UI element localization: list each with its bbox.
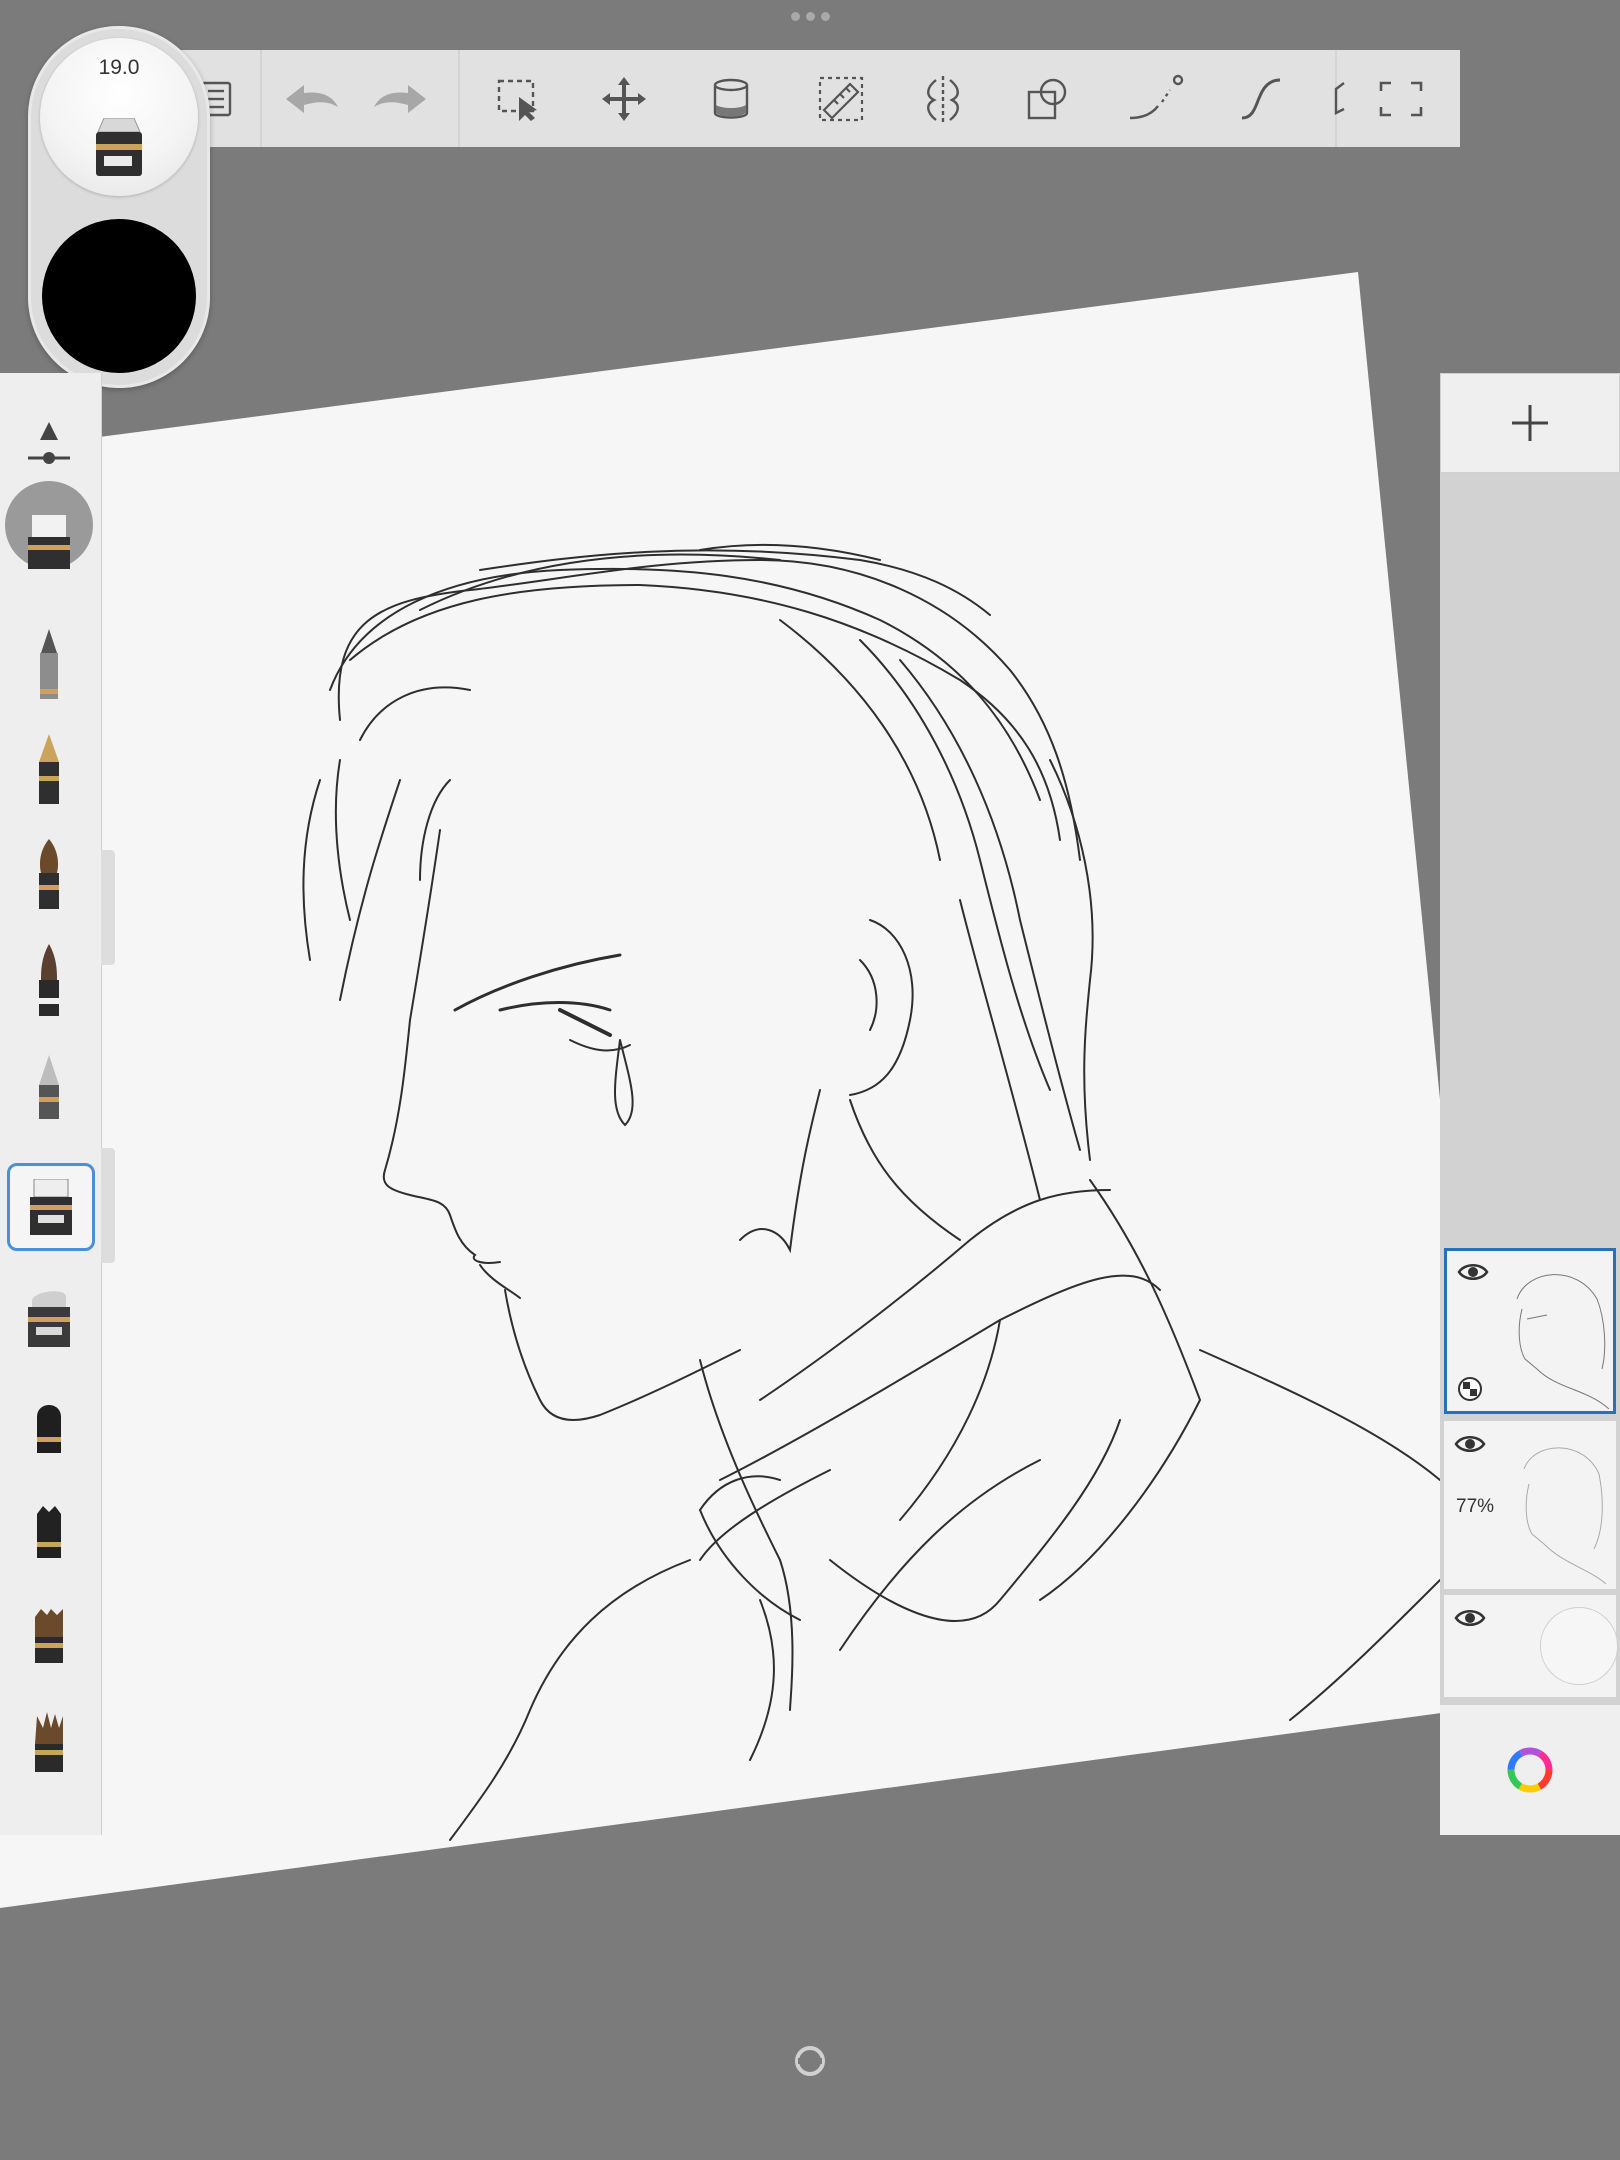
plus-icon bbox=[1512, 405, 1548, 441]
texture-brush-icon[interactable] bbox=[5, 1488, 93, 1576]
layer-thumbnail-1[interactable] bbox=[1444, 1248, 1616, 1414]
layer-opacity-label: 77% bbox=[1456, 1496, 1495, 1517]
marker-brush-icon[interactable] bbox=[5, 938, 93, 1026]
transform-icon[interactable] bbox=[593, 68, 655, 130]
layer-thumbnail-2[interactable]: 77% bbox=[1444, 1421, 1616, 1589]
color-editor-button[interactable] bbox=[1440, 1705, 1620, 1835]
main-toolbar bbox=[140, 50, 1460, 147]
airbrush-icon[interactable] bbox=[5, 1045, 93, 1133]
shape-icon[interactable] bbox=[1017, 68, 1079, 130]
color-wheel-icon bbox=[1507, 1747, 1553, 1793]
symmetry-icon[interactable] bbox=[912, 68, 974, 130]
eraser-brush-icon bbox=[96, 118, 142, 176]
layer-1-preview bbox=[1516, 1274, 1610, 1409]
brush-preview-icon[interactable] bbox=[5, 481, 93, 569]
palette-side-tab-top[interactable] bbox=[101, 850, 115, 965]
top-drag-handle[interactable] bbox=[780, 12, 840, 26]
predictive-stroke-icon[interactable] bbox=[1125, 68, 1187, 130]
eraser-brush-item[interactable] bbox=[7, 1163, 95, 1251]
ink-pen-brush-icon[interactable] bbox=[5, 728, 93, 816]
undo-icon[interactable] bbox=[280, 68, 342, 130]
drawing-canvas[interactable] bbox=[0, 0, 1620, 2160]
canvas-rotate-icon[interactable] bbox=[792, 2043, 828, 2079]
brush-size-value: 19.0 bbox=[98, 56, 140, 79]
alpha-lock-icon[interactable] bbox=[1457, 1376, 1483, 1402]
flat-brush-icon[interactable] bbox=[5, 1593, 93, 1681]
soft-eraser-brush-icon[interactable] bbox=[5, 1273, 93, 1361]
perspective-icon[interactable] bbox=[1325, 68, 1355, 130]
fill-icon[interactable] bbox=[700, 68, 762, 130]
eye-icon[interactable] bbox=[1454, 1607, 1486, 1629]
brush-palette bbox=[0, 373, 102, 1835]
layers-panel: 77% bbox=[1440, 473, 1620, 1835]
palette-side-tab-bottom[interactable] bbox=[101, 1148, 115, 1263]
layer-2-preview bbox=[1523, 1447, 1607, 1584]
layer-3-preview bbox=[1540, 1607, 1618, 1685]
color-puck[interactable] bbox=[42, 219, 196, 373]
steady-stroke-icon[interactable] bbox=[1230, 68, 1292, 130]
more-brush-icon[interactable] bbox=[5, 1803, 93, 1835]
ruler-icon[interactable] bbox=[810, 68, 872, 130]
fullscreen-icon[interactable] bbox=[1370, 68, 1432, 130]
brush-opacity-slider-icon[interactable] bbox=[5, 399, 93, 487]
brush-size-puck[interactable]: 19.0 bbox=[40, 38, 198, 196]
eye-icon[interactable] bbox=[1457, 1261, 1489, 1283]
fan-brush-icon[interactable] bbox=[5, 1698, 93, 1786]
selection-icon[interactable] bbox=[488, 68, 550, 130]
redo-icon[interactable] bbox=[370, 68, 432, 130]
eye-icon[interactable] bbox=[1454, 1433, 1486, 1455]
pencil-brush-icon[interactable] bbox=[5, 623, 93, 711]
paint-brush-icon[interactable] bbox=[5, 833, 93, 921]
smudge-brush-icon[interactable] bbox=[5, 1383, 93, 1471]
layer-thumbnail-3[interactable] bbox=[1444, 1595, 1618, 1697]
add-layer-button[interactable] bbox=[1440, 373, 1620, 473]
